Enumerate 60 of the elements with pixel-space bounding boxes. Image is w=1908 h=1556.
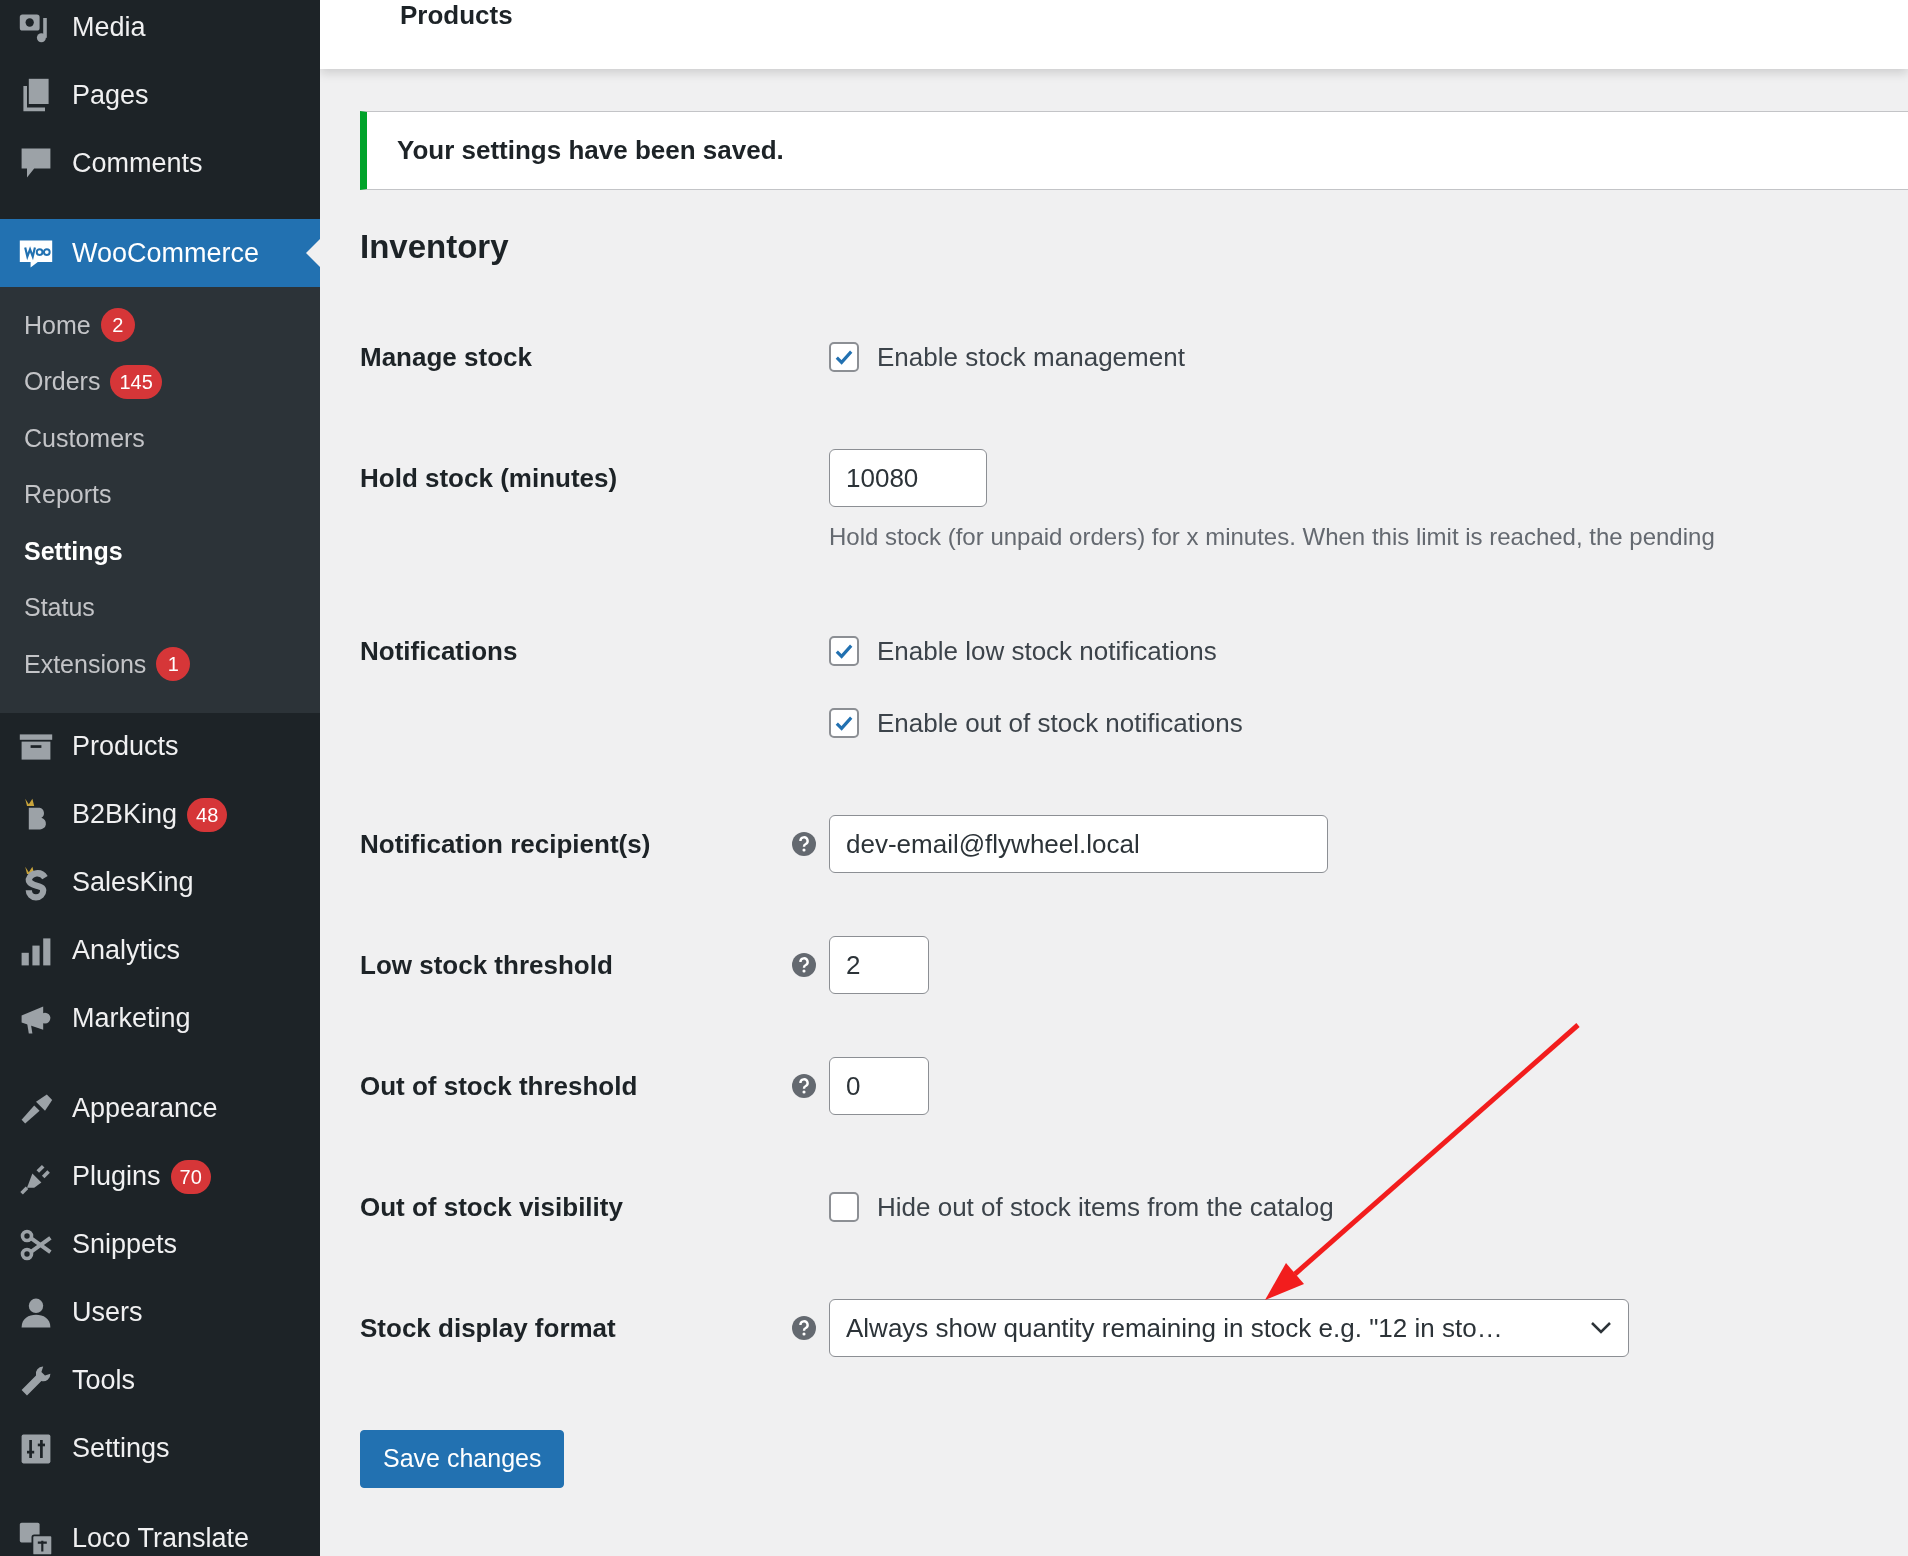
sidebar-item[interactable]: Users: [0, 1278, 320, 1347]
notice-text: Your settings have been saved.: [397, 134, 784, 167]
sidebar-item[interactable]: SalesKing: [0, 848, 320, 917]
submenu-item[interactable]: Customers: [0, 410, 320, 467]
sidebar-item[interactable]: Pages: [0, 61, 320, 129]
field-label: Low stock threshold: [360, 948, 614, 982]
count-badge: 145: [110, 364, 162, 399]
submenu-item[interactable]: Extensions 1: [0, 636, 320, 693]
checkbox[interactable]: [829, 1192, 859, 1223]
checkbox[interactable]: [829, 342, 859, 373]
sidebar-item[interactable]: Settings: [0, 1414, 320, 1483]
field-label: Notifications: [360, 634, 519, 668]
checkbox-label: Enable out of stock notifications: [877, 706, 1243, 740]
input-field[interactable]: 2: [829, 936, 929, 995]
checkbox[interactable]: [829, 636, 859, 667]
field-label: Out of stock visibility: [360, 1190, 624, 1224]
input-field[interactable]: 10080: [829, 449, 987, 508]
input-field[interactable]: 0: [829, 1057, 929, 1116]
pointer-notch: [306, 239, 320, 267]
checkbox-label: Hide out of stock items from the catalog: [877, 1190, 1334, 1224]
help-icon[interactable]: [792, 1316, 816, 1341]
save-button[interactable]: Save changes: [360, 1429, 565, 1488]
sidebar-item[interactable]: Tools: [0, 1346, 320, 1415]
sidebar-item[interactable]: Appearance: [0, 1074, 320, 1143]
sidebar-item[interactable]: Marketing: [0, 984, 320, 1053]
field-label: Hold stock (minutes): [360, 461, 619, 495]
field-label: Out of stock threshold: [360, 1069, 639, 1103]
select-field[interactable]: Always show quantity remaining in stock e.g. "12 in sto…: [829, 1299, 1629, 1358]
checkbox[interactable]: [829, 708, 859, 739]
sidebar-item[interactable]: Comments: [0, 129, 320, 197]
field-label: Stock display format: [360, 1311, 617, 1345]
help-icon[interactable]: [792, 953, 816, 978]
sidebar-item[interactable]: Media: [0, 0, 320, 61]
sidebar-item[interactable]: WooCommerce: [0, 219, 320, 287]
field-label: Manage stock: [360, 340, 533, 374]
count-badge: 48: [187, 797, 228, 832]
sidebar-item[interactable]: Products: [0, 712, 320, 781]
sidebar-item[interactable]: Plugins 70: [0, 1142, 320, 1211]
submenu-item[interactable]: Settings: [0, 523, 320, 580]
help-icon[interactable]: [792, 832, 816, 857]
section-heading: Inventory: [360, 227, 510, 267]
submenu-item[interactable]: Reports: [0, 466, 320, 523]
field-label: Notification recipient(s): [360, 827, 652, 861]
count-badge: 70: [170, 1159, 211, 1194]
field-description: Hold stock (for unpaid orders) for x minutes. When this limit is reached, the pending: [829, 522, 1715, 553]
submenu-item[interactable]: Orders 145: [0, 353, 320, 410]
help-icon[interactable]: [792, 1074, 816, 1099]
count-badge: 1: [156, 647, 191, 682]
sidebar-item[interactable]: Loco Translate: [0, 1504, 320, 1556]
sidebar-item[interactable]: Snippets: [0, 1210, 320, 1279]
chevron-down-icon: [1590, 1321, 1612, 1336]
checkbox-label: Enable stock management: [877, 340, 1185, 374]
sidebar-item[interactable]: B2BKing 48: [0, 780, 320, 849]
page-title: Products: [400, 0, 513, 32]
checkbox-label: Enable low stock notifications: [877, 634, 1217, 668]
submenu-item[interactable]: Status: [0, 579, 320, 636]
sidebar-item[interactable]: Analytics: [0, 916, 320, 985]
input-field[interactable]: dev-email@flywheel.local: [829, 815, 1328, 874]
submenu-item[interactable]: Home 2: [0, 297, 320, 354]
count-badge: 2: [100, 308, 135, 343]
